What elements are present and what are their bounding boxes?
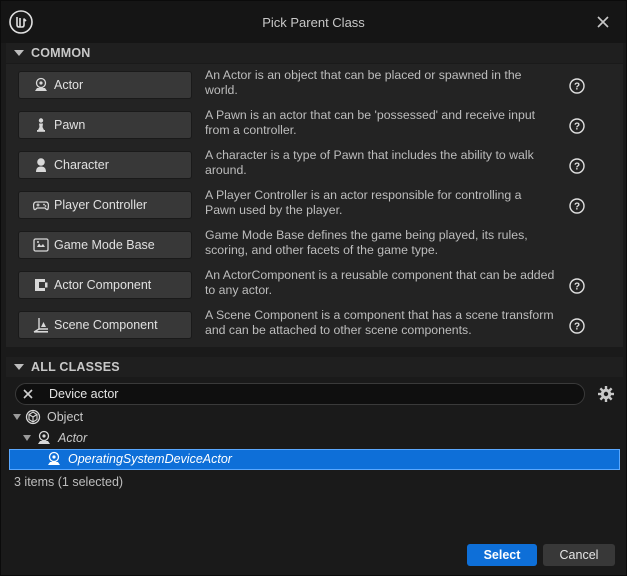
all-classes-section-header[interactable]: ALL CLASSES [6,357,623,377]
class-tree: Object Actor OperatingSystemDeviceActor [9,407,620,471]
game-mode-icon [33,238,49,252]
help-icon[interactable]: ? [569,78,585,94]
collapse-arrow-icon [14,364,24,370]
help-icon[interactable]: ? [569,198,585,214]
game-mode-base-button-label: Game Mode Base [54,238,155,252]
common-section-header[interactable]: COMMON [6,43,623,63]
tree-item-label: Object [47,410,84,424]
character-button-label: Character [54,158,109,172]
class-search-input[interactable]: Device actor [15,383,585,405]
select-button[interactable]: Select [467,544,537,566]
character-button[interactable]: Character [18,151,192,179]
common-classes-panel: Actor An Actor is an object that can be … [6,64,623,347]
actor-description: An Actor is an object that can be placed… [205,68,522,97]
common-section-label: COMMON [31,46,91,60]
dialog-title: Pick Parent Class [262,15,365,30]
actor-component-description: An ActorComponent is a reusable componen… [205,268,555,297]
collapse-arrow-icon [14,50,24,56]
cancel-button[interactable]: Cancel [543,544,615,566]
tree-item-operating-system-device-actor[interactable]: OperatingSystemDeviceActor [9,449,620,470]
gamepad-icon [33,201,49,211]
game-mode-base-description: Game Mode Base defines the game being pl… [205,228,528,257]
pawn-icon [37,118,45,132]
player-controller-button-label: Player Controller [54,198,148,212]
game-mode-base-button[interactable]: Game Mode Base [18,231,192,259]
scene-component-button-label: Scene Component [54,318,158,332]
pawn-description: A Pawn is an actor that can be 'possesse… [205,108,536,137]
common-row-game-mode-base: Game Mode Base Game Mode Base defines th… [18,228,614,264]
search-value: Device actor [49,387,119,401]
common-row-actor: Actor An Actor is an object that can be … [18,68,614,104]
common-row-scene-component: Scene Component A Scene Component is a c… [18,308,614,344]
object-icon [25,409,41,425]
player-controller-button[interactable]: Player Controller [18,191,192,219]
actor-component-button[interactable]: Actor Component [18,271,192,299]
help-icon[interactable]: ? [569,278,585,294]
actor-icon [35,77,47,91]
common-row-actor-component: Actor Component An ActorComponent is a r… [18,268,614,304]
actor-button-label: Actor [54,78,84,92]
pick-parent-class-dialog: Pick Parent Class COMMON Actor An Actor … [0,0,627,576]
all-classes-section-label: ALL CLASSES [31,360,120,374]
actor-button[interactable]: Actor [18,71,192,99]
svg-text:?: ? [574,202,580,213]
player-controller-description: A Player Controller is an actor responsi… [205,188,522,217]
pawn-button[interactable]: Pawn [18,111,192,139]
scene-component-icon [33,318,48,333]
expand-arrow-icon[interactable] [13,414,21,420]
help-icon[interactable]: ? [569,118,585,134]
clear-search-icon[interactable] [22,388,34,400]
actor-icon [38,430,50,444]
common-row-character: Character A character is a type of Pawn … [18,148,614,184]
scene-component-description: A Scene Component is a component that ha… [205,308,554,337]
common-row-pawn: Pawn A Pawn is an actor that can be 'pos… [18,108,614,144]
actor-icon [48,451,60,465]
pawn-button-label: Pawn [54,118,86,132]
svg-text:?: ? [574,322,580,333]
svg-text:?: ? [574,82,580,93]
item-count-status: 3 items (1 selected) [14,475,124,489]
tree-item-label: OperatingSystemDeviceActor [68,452,232,466]
tree-item-object[interactable]: Object [9,407,620,428]
help-icon[interactable]: ? [569,318,585,334]
title-bar: Pick Parent Class [1,1,626,43]
help-icon[interactable]: ? [569,158,585,174]
expand-arrow-icon[interactable] [23,435,31,441]
scene-component-button[interactable]: Scene Component [18,311,192,339]
component-icon [35,279,48,291]
svg-text:?: ? [574,122,580,133]
common-row-player-controller: Player Controller A Player Controller is… [18,188,614,224]
close-icon[interactable] [594,13,612,31]
svg-text:?: ? [574,282,580,293]
svg-text:?: ? [574,162,580,173]
gear-icon[interactable] [597,385,615,403]
tree-item-actor[interactable]: Actor [9,428,620,449]
actor-component-button-label: Actor Component [54,278,152,292]
character-icon [36,158,46,172]
tree-item-label: Actor [58,431,88,445]
character-description: A character is a type of Pawn that inclu… [205,148,534,177]
